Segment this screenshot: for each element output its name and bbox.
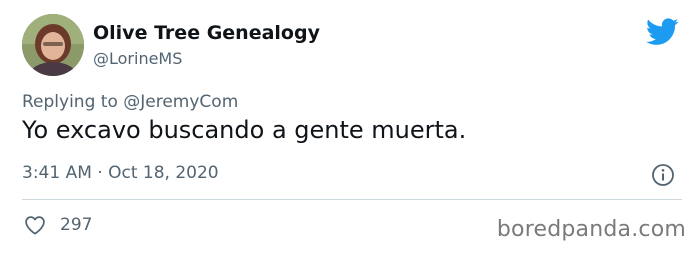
tweet-text: Yo excavo buscando a gente muerta. (22, 116, 467, 144)
profile-photo-icon (22, 14, 84, 76)
author-display-name[interactable]: Olive Tree Genealogy (93, 22, 320, 44)
divider (22, 199, 682, 200)
boredpanda-watermark: boredpanda.com (496, 217, 686, 242)
heart-icon[interactable] (24, 215, 46, 235)
twitter-bird-icon[interactable] (646, 18, 679, 46)
tweet-timestamp[interactable]: 3:41 AM · Oct 18, 2020 (22, 163, 219, 183)
like-count: 297 (60, 215, 93, 235)
reply-prefix: Replying to (22, 92, 118, 112)
info-icon[interactable] (651, 163, 675, 187)
avatar[interactable] (22, 14, 84, 76)
reply-context: Replying to @JeremyCom (22, 92, 238, 112)
reply-mention-link[interactable]: @JeremyCom (123, 92, 238, 112)
author-handle[interactable]: @LorineMS (93, 49, 182, 68)
